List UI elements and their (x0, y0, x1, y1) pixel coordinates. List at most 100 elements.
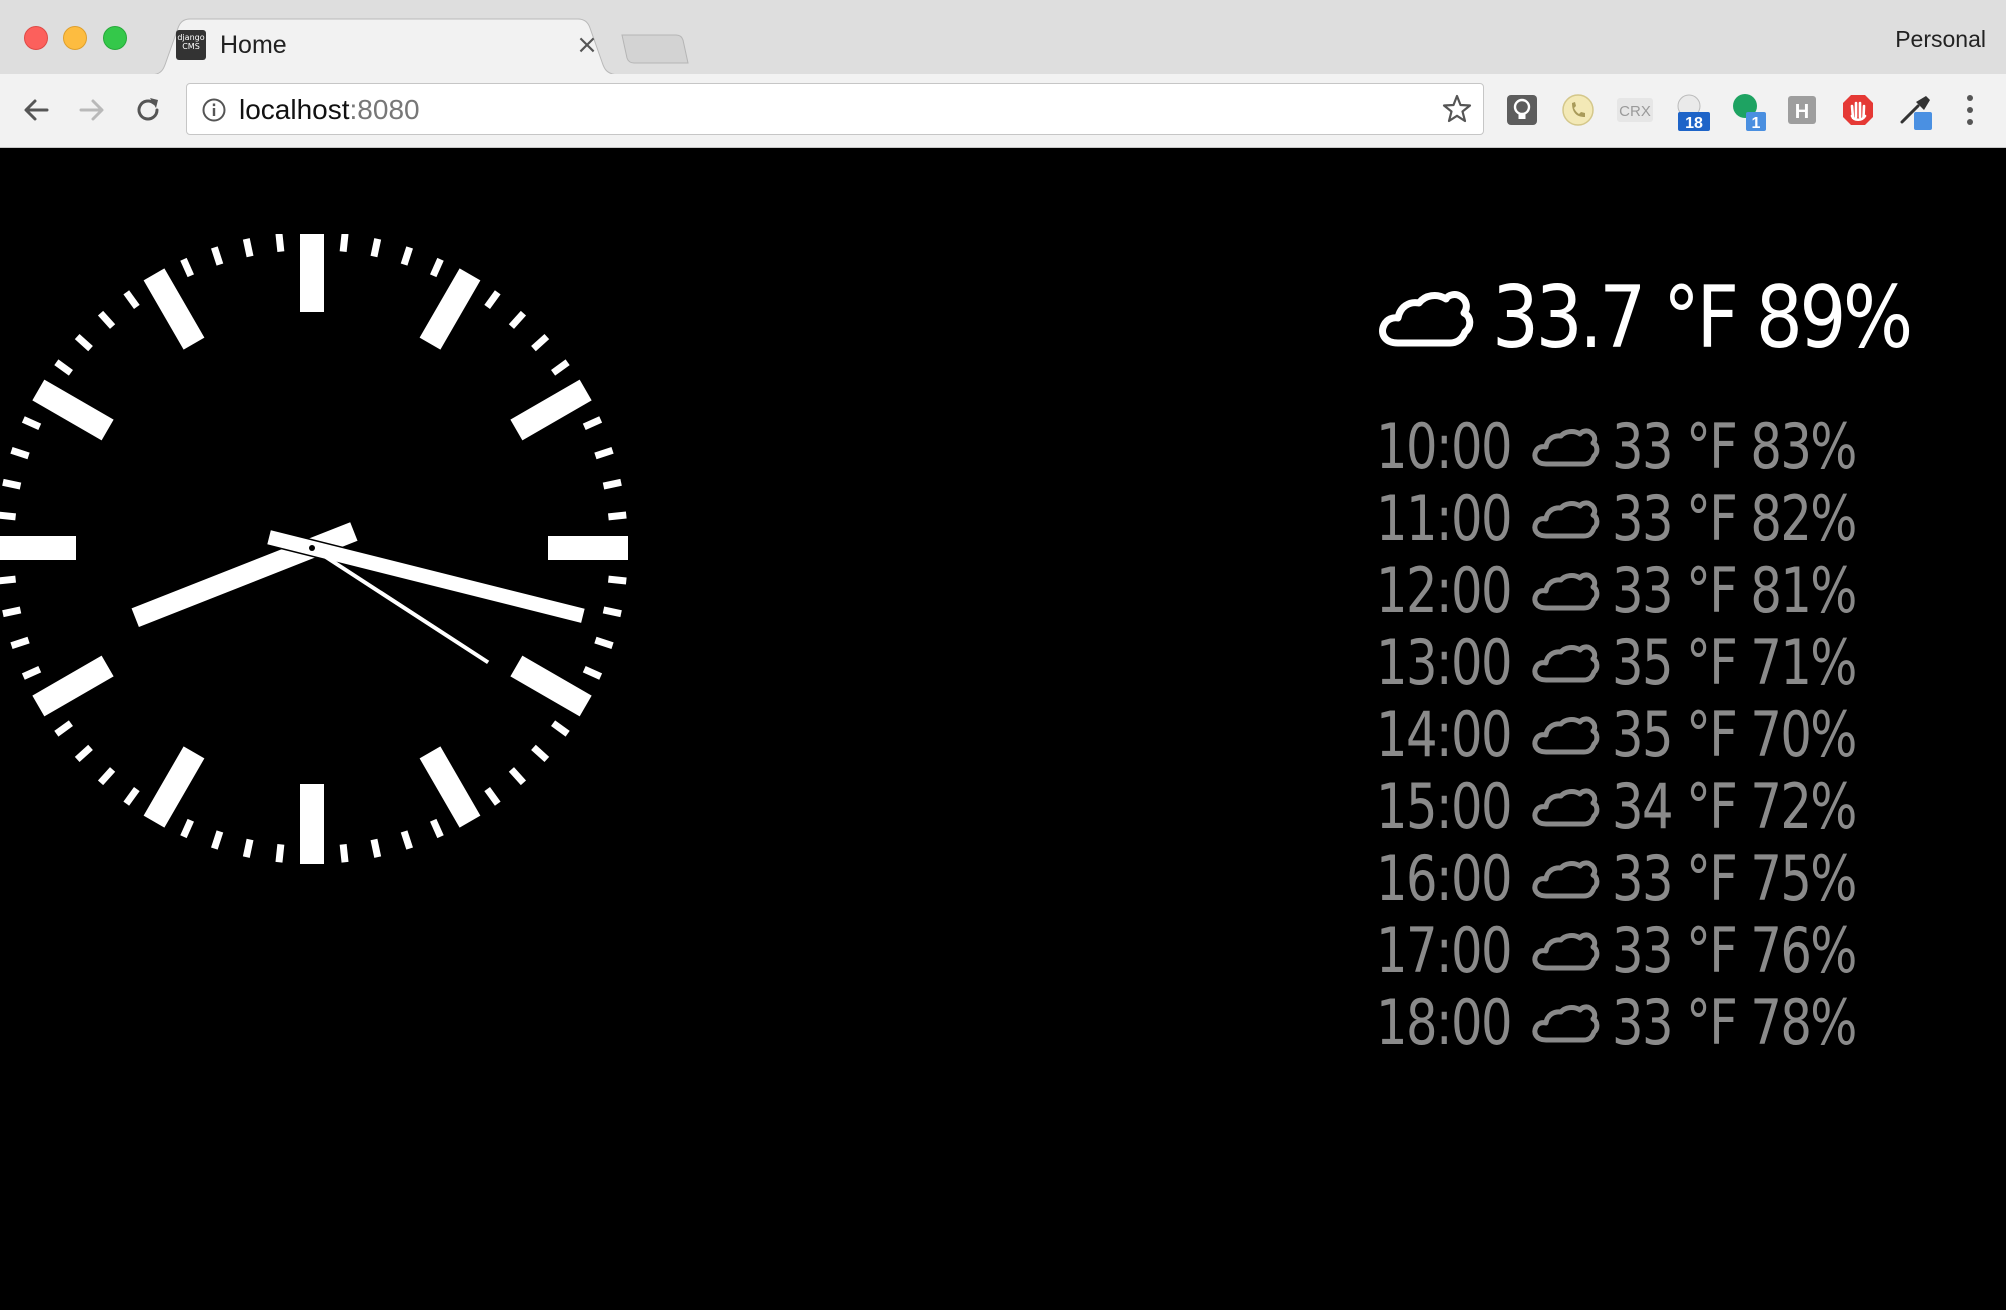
hour-marker (510, 655, 592, 717)
minute-marker (10, 636, 30, 649)
forecast-time: 13:00 (1376, 625, 1513, 699)
phone-extension-icon[interactable] (1560, 92, 1596, 128)
minute-marker (123, 290, 140, 309)
hangouts-extension-icon[interactable]: 1 (1728, 92, 1766, 132)
h-label: H (1795, 101, 1809, 123)
browser-toolbar: localhost:8080 CRX 18 1 H (0, 74, 2006, 148)
minute-marker (54, 720, 73, 737)
close-window-button[interactable] (24, 26, 48, 50)
django-cms-favicon-icon: django CMS (176, 30, 206, 60)
forward-arrow-icon (79, 99, 104, 121)
profile-name[interactable]: Personal (1895, 26, 1986, 53)
adblock-extension-icon[interactable] (1840, 92, 1876, 128)
tab-home[interactable]: django CMS Home × (150, 18, 620, 75)
bookmark-star-icon[interactable] (1441, 93, 1473, 125)
forecast-temp-humidity: 33 °F 75% (1612, 841, 1857, 915)
minute-marker (339, 844, 349, 863)
minute-marker (370, 238, 382, 258)
minute-marker (551, 720, 570, 737)
analog-clock (0, 234, 628, 864)
hour-marker (300, 784, 324, 864)
hour-marker (419, 268, 481, 350)
hour-marker (0, 536, 76, 560)
forecast-time: 10:00 (1376, 409, 1513, 483)
minute-marker (484, 290, 501, 309)
minute-marker (594, 636, 614, 649)
reload-icon (137, 98, 159, 121)
forecast-temp-humidity: 35 °F 71% (1612, 625, 1857, 699)
minute-marker (2, 606, 22, 618)
url-port: :8080 (349, 94, 420, 125)
forward-button[interactable] (72, 90, 112, 130)
eyedropper-extension-icon[interactable] (1896, 92, 1932, 130)
cloud-icon (1532, 788, 1600, 827)
minute-marker (582, 416, 603, 430)
tab-strip: django CMS Home × Personal (0, 0, 2006, 75)
crx-label: CRX (1619, 103, 1651, 120)
lightbulb-extension-icon[interactable] (1504, 92, 1540, 128)
minute-marker (0, 511, 16, 521)
minute-marker (275, 234, 285, 252)
forecast-time: 12:00 (1376, 553, 1513, 627)
minute-marker (531, 333, 550, 352)
forecast-temp-humidity: 33 °F 78% (1612, 985, 1857, 1059)
minute-marker (608, 575, 627, 585)
minute-marker (602, 478, 622, 490)
minute-marker (21, 416, 42, 430)
minute-marker (74, 333, 93, 352)
back-arrow-icon (24, 99, 49, 121)
hour-marker (300, 234, 324, 312)
minute-marker (400, 246, 413, 266)
minimize-window-button[interactable] (63, 26, 87, 50)
forecast-row: 15:00 34 °F 72% (1376, 769, 1917, 843)
minute-marker (484, 787, 501, 806)
minute-marker (242, 838, 254, 858)
minute-marker (21, 666, 42, 680)
address-bar[interactable]: localhost:8080 (186, 83, 1484, 135)
hour-marker (143, 746, 205, 828)
minute-marker (508, 310, 527, 329)
minute-marker (602, 606, 622, 618)
cloud-icon (1532, 500, 1600, 539)
forecast-row: 11:00 33 °F 82% (1376, 481, 1917, 555)
calendar-badge: 18 (1685, 115, 1703, 132)
hour-marker (510, 379, 592, 441)
hour-marker (548, 536, 628, 560)
minute-hand (265, 528, 587, 625)
calendar-extension-icon[interactable]: 18 (1672, 92, 1710, 132)
minute-marker (180, 818, 194, 839)
forecast-time: 11:00 (1376, 481, 1513, 555)
clock-center-pin (309, 545, 315, 551)
tab-close-icon[interactable]: × (572, 30, 602, 60)
zoom-window-button[interactable] (103, 26, 127, 50)
cloud-icon (1532, 1004, 1600, 1043)
browser-menu-icon[interactable] (1958, 92, 1982, 128)
minute-marker (97, 310, 116, 329)
minute-marker (10, 447, 30, 460)
hangouts-badge: 1 (1752, 115, 1761, 132)
forecast-row: 16:00 33 °F 75% (1376, 841, 1917, 915)
minute-marker (594, 447, 614, 460)
minute-marker (370, 838, 382, 858)
minute-marker (551, 359, 570, 376)
hour-marker (419, 746, 481, 828)
page-content: 33.7 °F 89% 10:00 33 °F 83% 11:00 33 °F 82%… (0, 148, 2006, 1310)
minute-marker (275, 844, 285, 863)
forecast-time: 14:00 (1376, 697, 1513, 771)
forecast-time: 15:00 (1376, 769, 1513, 843)
forecast-temp-humidity: 33 °F 76% (1612, 913, 1857, 987)
forecast-row: 10:00 33 °F 83% (1376, 409, 1917, 483)
minute-marker (54, 359, 73, 376)
info-icon[interactable] (201, 97, 227, 123)
reload-button[interactable] (128, 90, 168, 130)
cloud-icon (1532, 932, 1600, 971)
hour-marker (143, 268, 205, 350)
h-extension-icon[interactable]: H (1784, 92, 1820, 128)
new-tab-button[interactable] (620, 33, 690, 65)
minute-marker (0, 575, 16, 585)
minute-marker (531, 744, 550, 763)
back-button[interactable] (16, 90, 56, 130)
minute-marker (123, 787, 140, 806)
url-text[interactable]: localhost:8080 (239, 94, 420, 126)
crx-extension-icon[interactable]: CRX (1616, 92, 1653, 128)
